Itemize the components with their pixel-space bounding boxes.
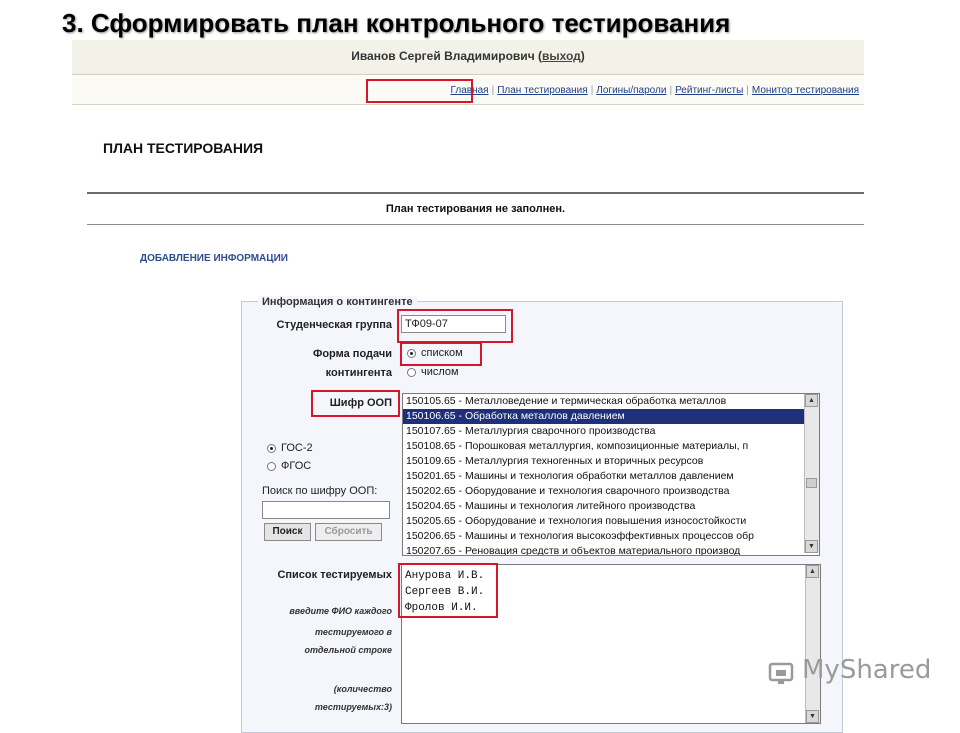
myshared-logo-icon xyxy=(768,662,794,684)
radio-gos2-label: ГОС-2 xyxy=(281,442,313,454)
scroll-down-icon[interactable]: ▼ xyxy=(806,710,819,723)
radio-fgos[interactable] xyxy=(267,462,276,471)
logout-link[interactable]: выход xyxy=(542,49,581,63)
oop-option[interactable]: 150105.65 - Металловедение и термическая… xyxy=(403,394,819,409)
form-label-line1: Форма подачи xyxy=(312,348,392,360)
scroll-up-icon[interactable]: ▲ xyxy=(806,565,819,578)
section-title: ДОБАВЛЕНИЕ ИНФОРМАЦИИ xyxy=(140,253,288,264)
oop-option[interactable]: 150109.65 - Металлургия техногенных и вт… xyxy=(403,454,819,469)
oop-option[interactable]: 150205.65 - Оборудование и технология по… xyxy=(403,514,819,529)
nav-item-monitor[interactable]: Монитор тестирования xyxy=(752,85,859,96)
testees-hint-line1: введите ФИО каждого xyxy=(289,606,392,616)
user-line: Иванов Сергей Владимирович (выход) xyxy=(351,49,585,63)
form-label-line2: контингента xyxy=(325,367,392,379)
radio-form-count[interactable] xyxy=(407,368,416,377)
search-label: Поиск по шифру ООП: xyxy=(262,485,378,497)
user-name: Иванов Сергей Владимирович xyxy=(351,49,535,63)
oop-option-selected[interactable]: 150106.65 - Обработка металлов давлением xyxy=(403,409,819,424)
slide-title: 3. Сформировать план контрольного тестир… xyxy=(62,8,731,38)
oop-option[interactable]: 150201.65 - Машины и технология обработк… xyxy=(403,469,819,484)
nav-item-ratings[interactable]: Рейтинг-листы xyxy=(675,85,743,96)
oop-option[interactable]: 150108.65 - Порошковая металлургия, комп… xyxy=(403,439,819,454)
nav-item-test-plan[interactable]: План тестирования xyxy=(497,85,588,96)
oop-listbox[interactable]: 150105.65 - Металловедение и термическая… xyxy=(402,393,820,556)
scroll-down-icon[interactable]: ▼ xyxy=(805,540,818,553)
header-divider xyxy=(72,74,864,75)
watermark: MyShared xyxy=(802,655,932,685)
scroll-thumb[interactable] xyxy=(806,478,817,488)
search-input[interactable] xyxy=(262,501,390,519)
radio-fgos-label: ФГОС xyxy=(281,460,312,472)
fieldset-legend: Информация о контингенте xyxy=(258,296,417,308)
highlight-testees xyxy=(398,563,498,618)
nav-item-logins[interactable]: Логины/пароли xyxy=(596,85,666,96)
oop-option[interactable]: 150204.65 - Машины и технология литейног… xyxy=(403,499,819,514)
testees-label: Список тестируемых xyxy=(277,569,392,581)
testees-hint-line3: отдельной строке xyxy=(304,645,392,655)
oop-option[interactable]: 150207.65 - Реновация средств и объектов… xyxy=(403,544,819,555)
page-title: ПЛАН ТЕСТИРОВАНИЯ xyxy=(103,140,264,156)
status-divider xyxy=(87,224,864,225)
oop-scrollbar[interactable]: ▲ ▼ xyxy=(804,394,819,553)
group-label: Студенческая группа xyxy=(276,319,392,331)
search-button[interactable]: Поиск xyxy=(264,523,311,541)
reset-button[interactable]: Сбросить xyxy=(315,523,382,541)
main-nav: Главная | План тестирования | Логины/пароли |… xyxy=(450,85,859,96)
highlight-form-option xyxy=(400,342,482,366)
highlight-oop-label xyxy=(311,390,400,417)
testees-count-line1: (количество xyxy=(333,684,392,694)
testees-hint-line2: тестируемого в xyxy=(315,627,392,637)
radio-gos2[interactable] xyxy=(267,444,276,453)
radio-form-count-label: числом xyxy=(421,366,459,378)
highlight-group-input xyxy=(397,309,513,343)
highlight-nav-test-plan xyxy=(366,79,473,103)
testees-scrollbar[interactable]: ▲ ▼ xyxy=(805,565,820,723)
oop-option[interactable]: 150202.65 - Оборудование и технология св… xyxy=(403,484,819,499)
testees-count-line2: тестируемых:3) xyxy=(314,702,392,712)
scroll-up-icon[interactable]: ▲ xyxy=(805,394,818,407)
oop-option[interactable]: 150206.65 - Машины и технология высокоэф… xyxy=(403,529,819,544)
heading-divider xyxy=(87,192,864,194)
status-message: План тестирования не заполнен. xyxy=(385,203,566,215)
oop-option[interactable]: 150107.65 - Металлургия сварочного произ… xyxy=(403,424,819,439)
